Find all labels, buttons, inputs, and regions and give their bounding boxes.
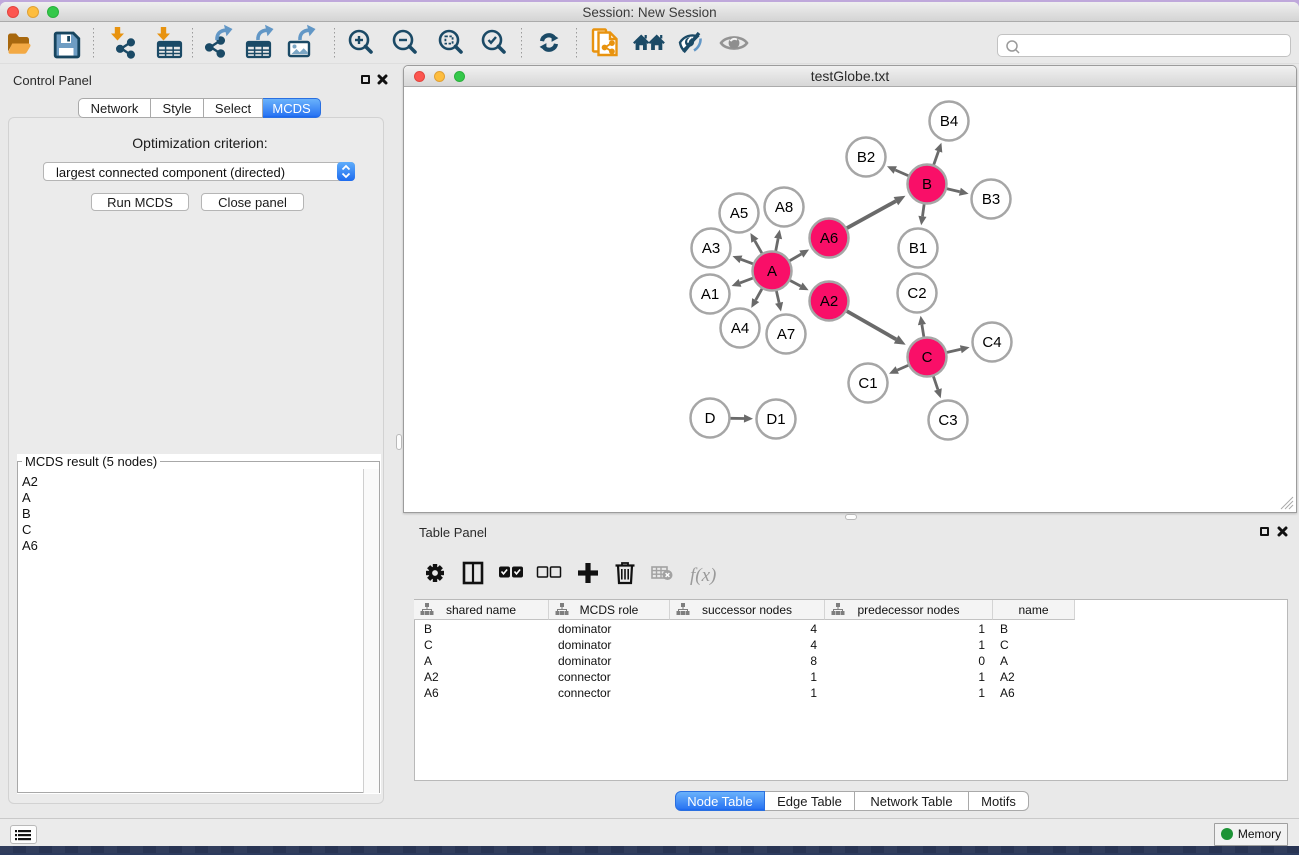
svg-text:A3: A3 bbox=[702, 240, 720, 257]
svg-text:C: C bbox=[922, 349, 933, 366]
svg-text:C1: C1 bbox=[858, 375, 877, 392]
svg-text:C3: C3 bbox=[938, 412, 957, 429]
svg-text:B3: B3 bbox=[982, 191, 1000, 208]
svg-text:A4: A4 bbox=[731, 320, 749, 337]
svg-text:A6: A6 bbox=[820, 230, 838, 247]
svg-text:D1: D1 bbox=[766, 411, 785, 428]
svg-text:B4: B4 bbox=[940, 113, 958, 130]
svg-text:A5: A5 bbox=[730, 205, 748, 222]
svg-text:B2: B2 bbox=[857, 149, 875, 166]
svg-text:D: D bbox=[705, 410, 716, 427]
svg-text:A2: A2 bbox=[820, 293, 838, 310]
svg-text:C4: C4 bbox=[982, 334, 1001, 351]
svg-text:A8: A8 bbox=[775, 199, 793, 216]
svg-text:A7: A7 bbox=[777, 326, 795, 343]
svg-text:B1: B1 bbox=[909, 240, 927, 257]
svg-text:B: B bbox=[922, 176, 932, 193]
svg-text:A: A bbox=[767, 263, 777, 280]
svg-text:A1: A1 bbox=[701, 286, 719, 303]
svg-text:C2: C2 bbox=[907, 285, 926, 302]
